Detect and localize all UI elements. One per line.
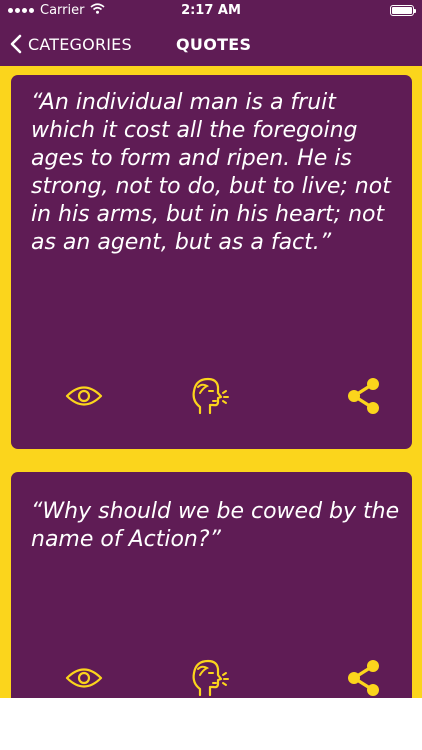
quote-card: “An individual man is a fruit which it c… [11, 75, 412, 449]
speak-button[interactable] [186, 658, 230, 698]
page-title: QUOTES [176, 35, 252, 54]
share-button[interactable] [342, 658, 386, 698]
battery-fill [392, 7, 412, 14]
chevron-left-icon [10, 34, 22, 54]
app-screen: Carrier 2:17 AM CATEGORIES QUOTES “An in… [0, 0, 422, 698]
back-button-label: CATEGORIES [28, 34, 132, 54]
quote-text: “Why should we be cowed by the name of A… [31, 499, 400, 552]
view-button[interactable] [62, 376, 106, 420]
status-bar: Carrier 2:17 AM [0, 0, 422, 22]
share-button[interactable] [342, 376, 386, 420]
share-icon [345, 376, 383, 420]
speaking-head-icon [187, 375, 229, 421]
clock: 2:17 AM [181, 3, 241, 18]
speaking-head-icon [187, 657, 229, 698]
eye-icon [65, 667, 103, 693]
quote-card: “Why should we be cowed by the name of A… [11, 472, 412, 698]
quote-actions [11, 658, 412, 698]
eye-icon [65, 385, 103, 411]
back-button[interactable]: CATEGORIES [10, 30, 132, 58]
quote-actions [11, 376, 412, 420]
speak-button[interactable] [186, 376, 230, 420]
share-icon [345, 658, 383, 698]
battery-icon [390, 5, 416, 16]
navigation-bar: CATEGORIES QUOTES [0, 22, 422, 66]
quote-text: “An individual man is a fruit which it c… [31, 90, 391, 255]
quote-list[interactable]: “An individual man is a fruit which it c… [0, 66, 422, 698]
view-button[interactable] [62, 658, 106, 698]
